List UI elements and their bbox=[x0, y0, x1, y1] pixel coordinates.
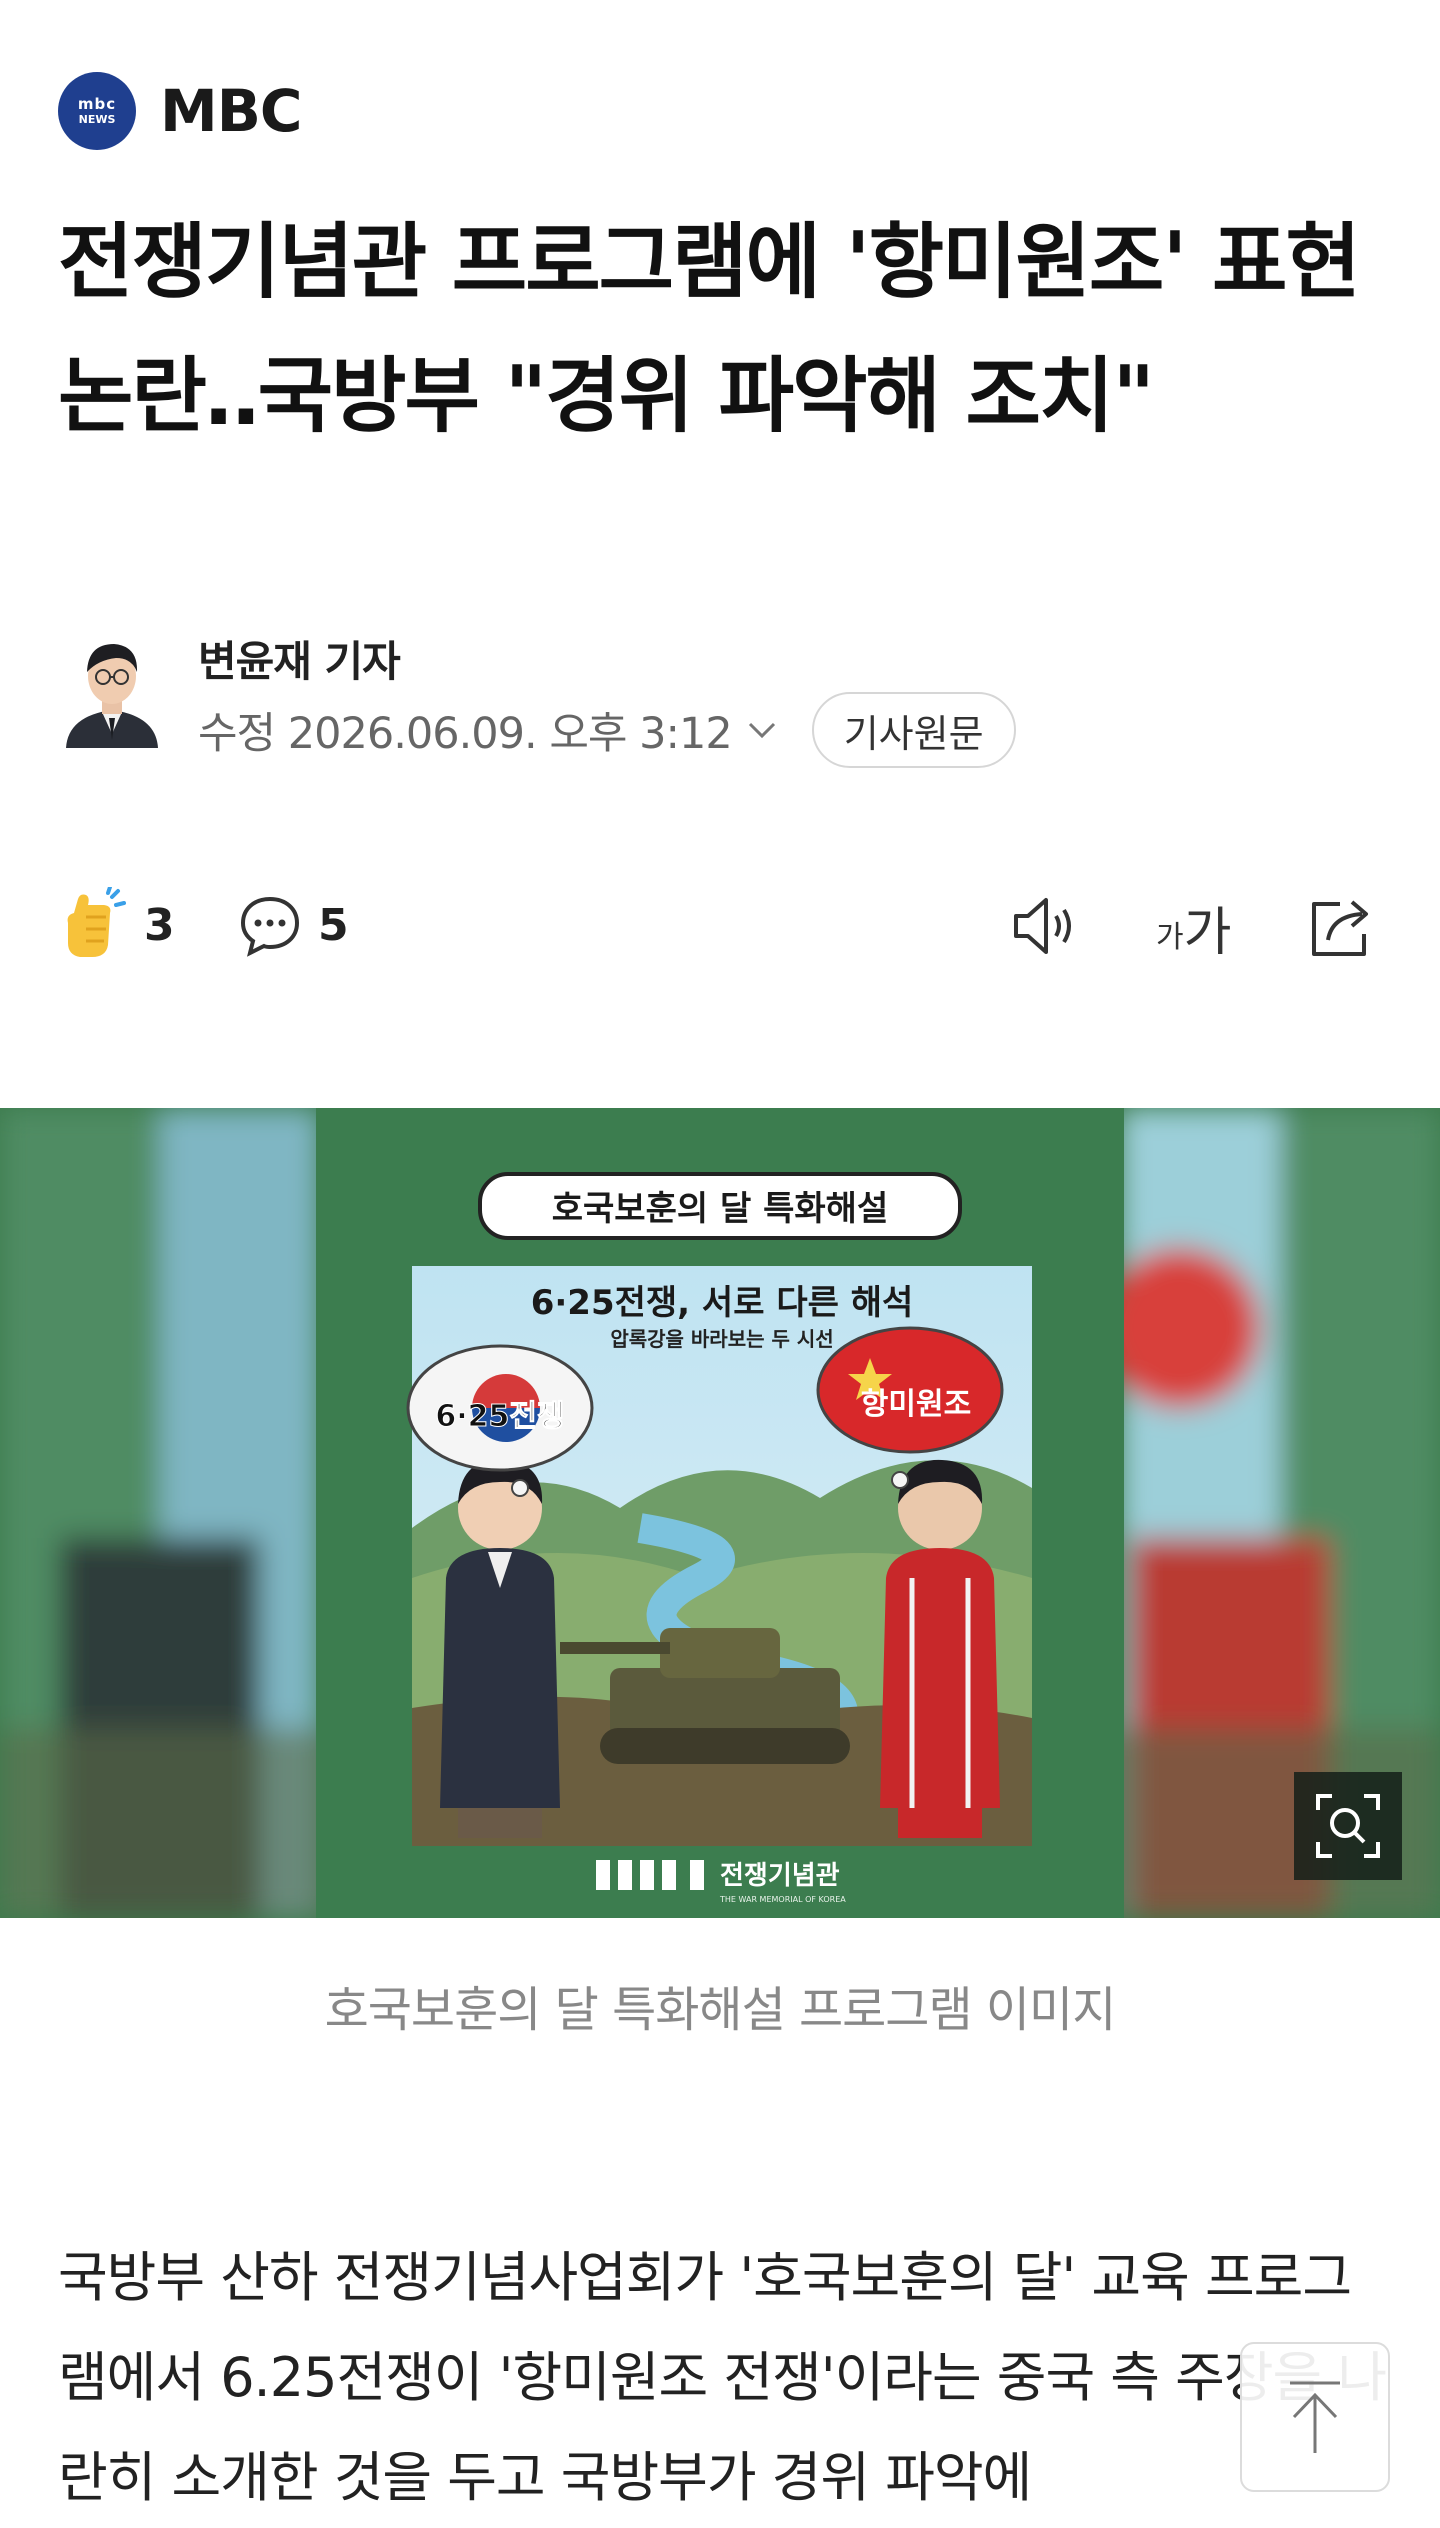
action-bar: 3 5 가 가 bbox=[58, 880, 1378, 970]
reaction-count: 3 bbox=[144, 899, 175, 951]
clap-hand-icon bbox=[67, 887, 126, 957]
font-size-large-label: 가 bbox=[1183, 902, 1232, 963]
image-caption: 호국보훈의 달 특화해설 프로그램 이미지 bbox=[324, 1982, 1117, 2038]
byline: 변윤재 기자 bbox=[198, 628, 401, 689]
original-article-button[interactable]: 기사원문 bbox=[811, 692, 1016, 768]
avatar bbox=[66, 644, 158, 748]
arrow-up-icon bbox=[1290, 2381, 1340, 2453]
font-size-button[interactable]: 가 가 bbox=[1156, 882, 1231, 972]
poster-title: 6·25전쟁, 서로 다른 해석 bbox=[531, 1283, 914, 1323]
press-name[interactable]: MBC bbox=[160, 77, 302, 145]
poster-logo-text: 전쟁기념관 bbox=[720, 1861, 840, 1891]
author-name[interactable]: 변윤재 기자 bbox=[198, 637, 401, 686]
article-headline: 전쟁기념관 프로그램에 '항미원조' 표현 논란‥국방부 "경위 파악해 조치" bbox=[58, 215, 1361, 444]
share-icon[interactable] bbox=[1304, 888, 1380, 964]
speaker-icon[interactable] bbox=[1008, 888, 1084, 964]
zoom-search-icon bbox=[1316, 1794, 1380, 1858]
comment-button[interactable]: 5 bbox=[238, 880, 349, 970]
press-logo-line2: NEWS bbox=[78, 113, 116, 126]
comment-count: 5 bbox=[318, 899, 349, 951]
poster-subtitle: 압록강을 바라보는 두 시선 bbox=[610, 1327, 833, 1351]
press-header[interactable]: mbc NEWS MBC bbox=[58, 72, 302, 150]
article-image[interactable]: 호국보훈의 달 특화해설 6·25전쟁, 서로 다른 해석 압록강을 바라보는 … bbox=[0, 1108, 1440, 1918]
poster-left-bubble: 6·25전쟁 bbox=[435, 1399, 564, 1434]
chevron-down-icon[interactable] bbox=[742, 710, 782, 750]
image-zoom-button[interactable] bbox=[1294, 1772, 1402, 1880]
poster-logo-sub: THE WAR MEMORIAL OF KOREA bbox=[719, 1895, 846, 1904]
reaction-button[interactable]: 3 bbox=[58, 880, 175, 970]
scroll-to-top-button[interactable] bbox=[1240, 2342, 1390, 2492]
poster-right-bubble: 항미원조 bbox=[861, 1387, 971, 1422]
article-body-paragraph: 국방부 산하 전쟁기념사업회가 '호국보훈의 달' 교육 프로그램에서 6.25… bbox=[58, 2246, 1387, 2509]
speech-bubble-icon bbox=[240, 896, 300, 957]
poster-illustration: 호국보훈의 달 특화해설 6·25전쟁, 서로 다른 해석 압록강을 바라보는 … bbox=[0, 1108, 1440, 1918]
press-logo: mbc NEWS bbox=[58, 72, 136, 150]
press-logo-line1: mbc bbox=[77, 95, 117, 113]
article-meta: 수정 2026.06.09. 오후 3:12 기사원문 bbox=[198, 692, 1016, 768]
article-date: 수정 2026.06.09. 오후 3:12 bbox=[198, 709, 733, 759]
font-size-small-label: 가 bbox=[1156, 920, 1184, 955]
poster-banner: 호국보훈의 달 특화해설 bbox=[552, 1189, 888, 1229]
author-avatar[interactable] bbox=[58, 630, 166, 748]
